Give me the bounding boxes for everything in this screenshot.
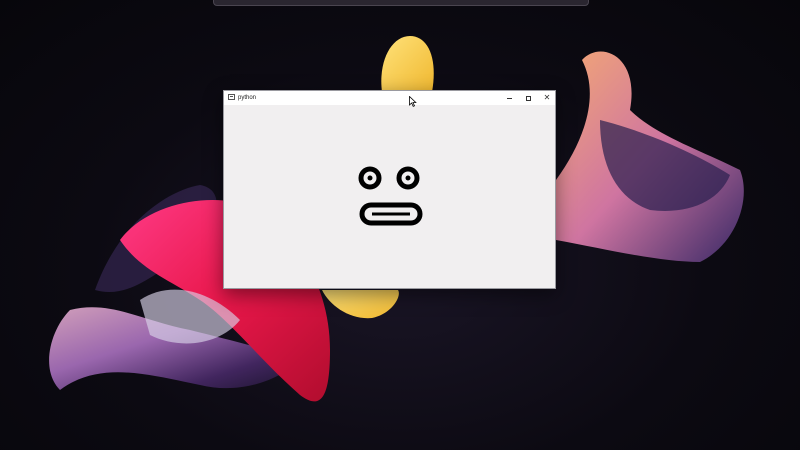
- minimize-button[interactable]: [500, 91, 518, 105]
- maximize-icon: [525, 95, 531, 101]
- minimize-icon: [506, 97, 512, 99]
- top-bar: [213, 0, 589, 6]
- maximize-button[interactable]: [519, 91, 537, 105]
- python-window[interactable]: python ✕: [223, 90, 556, 289]
- window-canvas[interactable]: [224, 105, 555, 288]
- app-icon: [228, 94, 235, 100]
- close-icon: ✕: [543, 93, 551, 102]
- cursor-icon: [409, 96, 417, 107]
- right-pupil: [405, 175, 411, 181]
- window-title: python: [238, 95, 257, 101]
- yellow-petal-top: [381, 36, 434, 92]
- yellow-petal-bottom: [322, 290, 399, 319]
- left-pupil: [367, 175, 373, 181]
- face-drawing: [358, 166, 423, 226]
- title-bar[interactable]: python ✕: [224, 91, 555, 105]
- close-button[interactable]: ✕: [538, 91, 556, 105]
